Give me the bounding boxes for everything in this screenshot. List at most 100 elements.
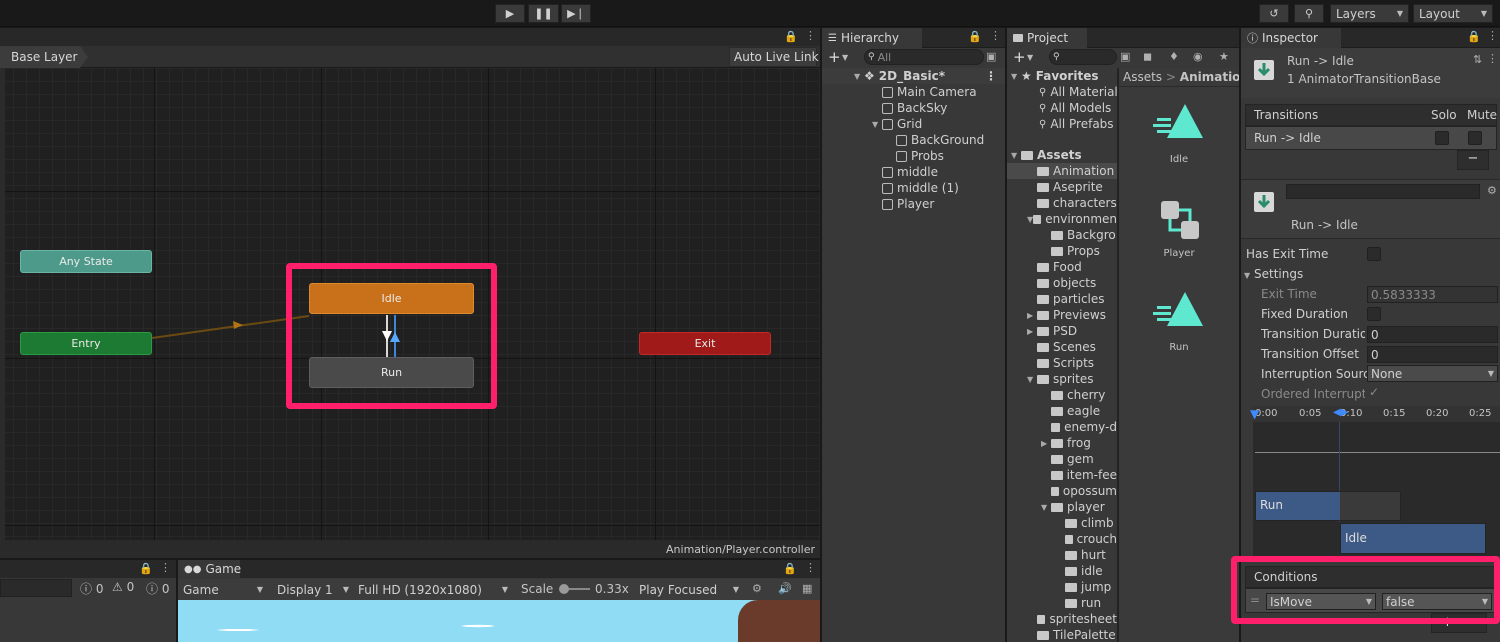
scene-row[interactable]: ▼ ❖ 2D_Basic* ⋮: [822, 68, 1005, 84]
transition-offset-field[interactable]: 0: [1367, 346, 1498, 363]
asset-run[interactable]: Run: [1149, 286, 1209, 366]
expand-arrow-icon[interactable]: ▶: [1041, 439, 1051, 448]
project-folder-item[interactable]: spritesheet: [1007, 611, 1117, 627]
warning-count[interactable]: ⚠ 0: [112, 580, 134, 594]
lock-icon[interactable]: 🔒: [1467, 30, 1481, 43]
project-folder-item[interactable]: Scripts: [1007, 355, 1117, 371]
project-folder-item[interactable]: Props: [1007, 243, 1117, 259]
console-search-input[interactable]: [0, 579, 72, 597]
kebab-menu-icon[interactable]: ⋮: [1487, 52, 1498, 65]
mute-checkbox[interactable]: [1468, 131, 1482, 145]
project-folder-item[interactable]: ▼ environmen: [1007, 211, 1117, 227]
project-folder-item[interactable]: characters: [1007, 195, 1117, 211]
asset-idle[interactable]: Idle: [1149, 98, 1209, 178]
solo-checkbox[interactable]: [1435, 131, 1449, 145]
game-mode-dropdown[interactable]: Game ▼: [178, 580, 268, 599]
project-folder-item[interactable]: Aseprite: [1007, 179, 1117, 195]
search-options-icon[interactable]: ▣: [986, 50, 996, 63]
any-state-node[interactable]: Any State: [20, 250, 152, 273]
run-clip-bar[interactable]: Run: [1255, 491, 1401, 521]
project-folder-item[interactable]: particles: [1007, 291, 1117, 307]
pause-button[interactable]: ❚❚: [528, 4, 559, 23]
kebab-menu-icon[interactable]: ⋮: [985, 69, 997, 83]
display-dropdown[interactable]: Display 1 ▼: [272, 580, 354, 599]
expand-arrow-icon[interactable]: ▼: [1041, 503, 1051, 512]
breadcrumb-animation[interactable]: Animation: [1180, 70, 1239, 84]
play-button[interactable]: ▶: [495, 4, 525, 23]
transition-row[interactable]: Run -> Idle: [1245, 126, 1497, 150]
assets-header[interactable]: ▼ Assets: [1007, 147, 1117, 163]
filter-icon[interactable]: ◼: [1143, 50, 1152, 63]
has-exit-time-checkbox[interactable]: [1367, 247, 1381, 261]
lock-icon[interactable]: 🔒: [139, 562, 153, 575]
project-folder-item[interactable]: Animation: [1007, 163, 1117, 179]
chevron-down-icon[interactable]: ▼: [842, 53, 848, 62]
preset-icon[interactable]: ⇅: [1473, 53, 1482, 66]
hierarchy-item[interactable]: BackSky: [822, 100, 1005, 116]
kebab-menu-icon[interactable]: ⋮: [990, 29, 1001, 42]
favorite-star-icon[interactable]: ★: [1219, 50, 1229, 63]
kebab-menu-icon[interactable]: ⋮: [1487, 29, 1498, 42]
hierarchy-item[interactable]: Main Camera: [822, 84, 1005, 100]
layers-dropdown[interactable]: Layers ▼: [1330, 4, 1409, 23]
add-icon[interactable]: +: [828, 48, 841, 66]
project-folder-item[interactable]: Food: [1007, 259, 1117, 275]
bug-icon[interactable]: ⚙: [752, 582, 762, 595]
project-folder-item[interactable]: jump: [1007, 579, 1117, 595]
visibility-icon[interactable]: ◉: [1193, 50, 1203, 63]
entry-node[interactable]: Entry: [20, 332, 152, 355]
asset-player[interactable]: Player: [1149, 193, 1209, 273]
project-folder-item[interactable]: eagle: [1007, 403, 1117, 419]
kebab-menu-icon[interactable]: ⋮: [805, 561, 816, 574]
favorite-item[interactable]: ⚲ All Material: [1007, 84, 1118, 100]
project-folder-item[interactable]: ▼ sprites: [1007, 371, 1117, 387]
transition-duration-field[interactable]: 0: [1367, 326, 1498, 343]
transition-name-input[interactable]: [1286, 184, 1480, 199]
layout-dropdown[interactable]: Layout ▼: [1413, 4, 1493, 23]
project-folder-item[interactable]: ▶ frog: [1007, 435, 1117, 451]
favorite-item[interactable]: ⚲ All Models: [1007, 100, 1117, 116]
error-count[interactable]: ⓘ 0: [80, 580, 103, 597]
hierarchy-item[interactable]: BackGround: [822, 132, 1005, 148]
expand-arrow-icon[interactable]: ▼: [1027, 375, 1037, 384]
lock-icon[interactable]: 🔒: [968, 30, 982, 43]
play-focused-dropdown[interactable]: Play Focused ▼: [634, 580, 744, 599]
hierarchy-item[interactable]: Player: [822, 196, 1005, 212]
project-folder-item[interactable]: TilePalette: [1007, 627, 1117, 642]
gear-icon[interactable]: ⚙: [1487, 184, 1497, 197]
tab-project[interactable]: Project: [1007, 28, 1087, 48]
hierarchy-item[interactable]: middle (1): [822, 180, 1005, 196]
info-count[interactable]: ⓘ 0: [146, 580, 169, 597]
expand-arrow-icon[interactable]: ▶: [1027, 327, 1037, 336]
expand-arrow-icon[interactable]: ▶: [1027, 311, 1037, 320]
fixed-duration-checkbox[interactable]: [1367, 307, 1381, 321]
project-folder-item[interactable]: gem: [1007, 451, 1117, 467]
tab-inspector[interactable]: ⓘ Inspector: [1241, 28, 1341, 48]
chevron-down-icon[interactable]: ▼: [1027, 53, 1033, 62]
exit-node[interactable]: Exit: [639, 332, 771, 355]
transition-start-marker-icon[interactable]: ◀▶: [1333, 407, 1348, 418]
playhead-marker-icon[interactable]: ▼: [1250, 407, 1259, 421]
project-folder-item[interactable]: objects: [1007, 275, 1117, 291]
project-search-input[interactable]: ⚲: [1049, 49, 1117, 65]
game-viewport[interactable]: [178, 600, 820, 642]
hierarchy-item[interactable]: middle: [822, 164, 1005, 180]
step-button[interactable]: ▶❘: [561, 4, 591, 23]
exit-time-field[interactable]: 0.5833333: [1367, 286, 1498, 303]
project-folder-item[interactable]: climb: [1007, 515, 1117, 531]
project-folder-item[interactable]: idle: [1007, 563, 1117, 579]
project-folder-item[interactable]: hurt: [1007, 547, 1117, 563]
project-folder-item[interactable]: item-fee: [1007, 467, 1117, 483]
hierarchy-search-input[interactable]: ⚲ All: [864, 49, 984, 65]
favorites-header[interactable]: ▼ ★ Favorites: [1007, 68, 1117, 84]
breadcrumb-assets[interactable]: Assets: [1123, 70, 1162, 84]
project-folder-item[interactable]: ▶ PSD: [1007, 323, 1117, 339]
project-folder-item[interactable]: Scenes: [1007, 339, 1117, 355]
project-folder-item[interactable]: opossum: [1007, 483, 1117, 499]
mute-audio-icon[interactable]: 🔊: [778, 582, 792, 595]
search-button[interactable]: ⚲: [1294, 4, 1324, 23]
transition-timeline[interactable]: 0:00 0:05 0:10 0:15 0:20 0:25 ▼ ◀▶ Run I…: [1250, 406, 1500, 556]
remove-transition-button[interactable]: −: [1457, 150, 1489, 170]
project-folder-item[interactable]: enemy-d: [1007, 419, 1117, 435]
project-folder-item[interactable]: cherry: [1007, 387, 1117, 403]
